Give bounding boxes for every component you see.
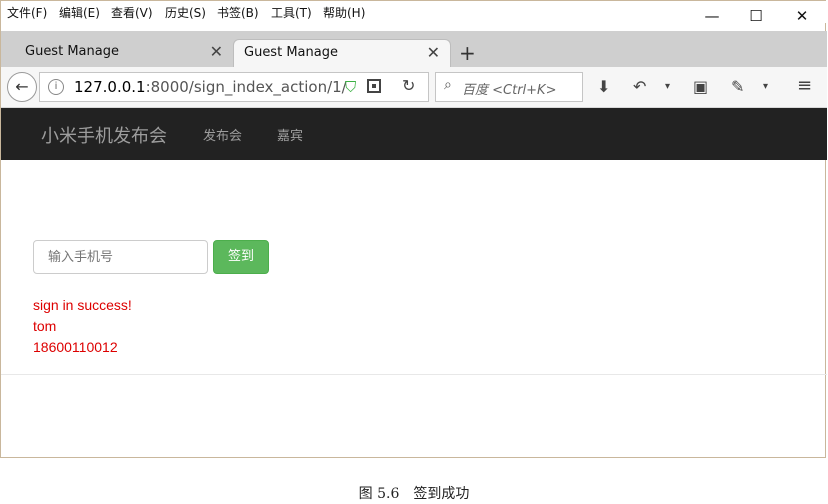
tab-title: Guest Manage xyxy=(244,45,338,60)
url-bar[interactable]: i 127.0.0.1:8000/sign_index_action/1/ ⛉ … xyxy=(39,72,429,102)
extension-icon[interactable]: ✎ xyxy=(731,77,744,96)
site-brand[interactable]: 小米手机发布会 xyxy=(41,122,167,148)
nav-link-guests[interactable]: 嘉宾 xyxy=(277,125,303,144)
url-host: 127.0.0.1 xyxy=(74,78,146,96)
tab-guest-manage-2[interactable]: Guest Manage ✕ xyxy=(233,39,451,67)
minimize-button[interactable]: — xyxy=(689,1,735,31)
search-placeholder: 百度 <Ctrl+K> xyxy=(462,83,557,98)
tab-title: Guest Manage xyxy=(25,44,119,59)
figure-caption: 图 5.6 签到成功 xyxy=(358,486,470,502)
hamburger-menu-icon[interactable]: ≡ xyxy=(797,75,812,96)
url-text[interactable]: 127.0.0.1:8000/sign_index_action/1/ xyxy=(74,78,347,96)
menu-bookmarks[interactable]: 书签(B) xyxy=(217,4,259,21)
guest-phone: 18600110012 xyxy=(33,339,118,355)
chevron-down-icon[interactable]: ▾ xyxy=(763,81,768,92)
reload-icon[interactable]: ↻ xyxy=(402,76,415,95)
back-arrow-icon[interactable]: ← xyxy=(7,72,37,102)
search-box[interactable]: ⌕ 百度 <Ctrl+K> xyxy=(435,72,583,102)
phone-input[interactable] xyxy=(33,240,208,274)
addon-icon[interactable]: ▣ xyxy=(693,77,708,96)
search-icon: ⌕ xyxy=(444,77,452,93)
info-icon[interactable]: i xyxy=(48,79,64,95)
url-path: :8000/sign_index_action/1/ xyxy=(145,78,347,96)
menu-view[interactable]: 查看(V) xyxy=(111,4,153,21)
new-tab-plus-icon[interactable]: + xyxy=(459,41,476,65)
divider xyxy=(1,374,827,375)
nav-link-events[interactable]: 发布会 xyxy=(203,125,242,144)
tab-close-icon[interactable]: ✕ xyxy=(210,42,223,61)
tab-guest-manage-1[interactable]: Guest Manage ✕ xyxy=(1,39,233,67)
menu-edit[interactable]: 编辑(E) xyxy=(59,4,100,21)
download-icon[interactable]: ⬇ xyxy=(597,77,610,96)
undo-icon[interactable]: ↶ xyxy=(633,77,646,96)
menu-help[interactable]: 帮助(H) xyxy=(323,4,365,21)
phone-field[interactable] xyxy=(46,249,200,266)
shield-icon[interactable]: ⛉ xyxy=(345,78,356,96)
close-window-button[interactable]: ✕ xyxy=(779,1,825,31)
menu-file[interactable]: 文件(F) xyxy=(7,4,47,21)
chevron-down-icon[interactable]: ▾ xyxy=(665,81,670,92)
guest-name: tom xyxy=(33,318,57,334)
qr-code-icon[interactable] xyxy=(367,79,381,93)
success-message: sign in success! xyxy=(33,297,132,313)
sign-in-button[interactable]: 签到 xyxy=(213,240,269,274)
browser-window: 文件(F) 编辑(E) 查看(V) 历史(S) 书签(B) 工具(T) 帮助(H… xyxy=(0,0,827,458)
menu-history[interactable]: 历史(S) xyxy=(165,4,206,21)
maximize-button[interactable]: ☐ xyxy=(733,1,779,31)
tab-close-icon[interactable]: ✕ xyxy=(427,43,440,62)
menu-tools[interactable]: 工具(T) xyxy=(271,4,312,21)
